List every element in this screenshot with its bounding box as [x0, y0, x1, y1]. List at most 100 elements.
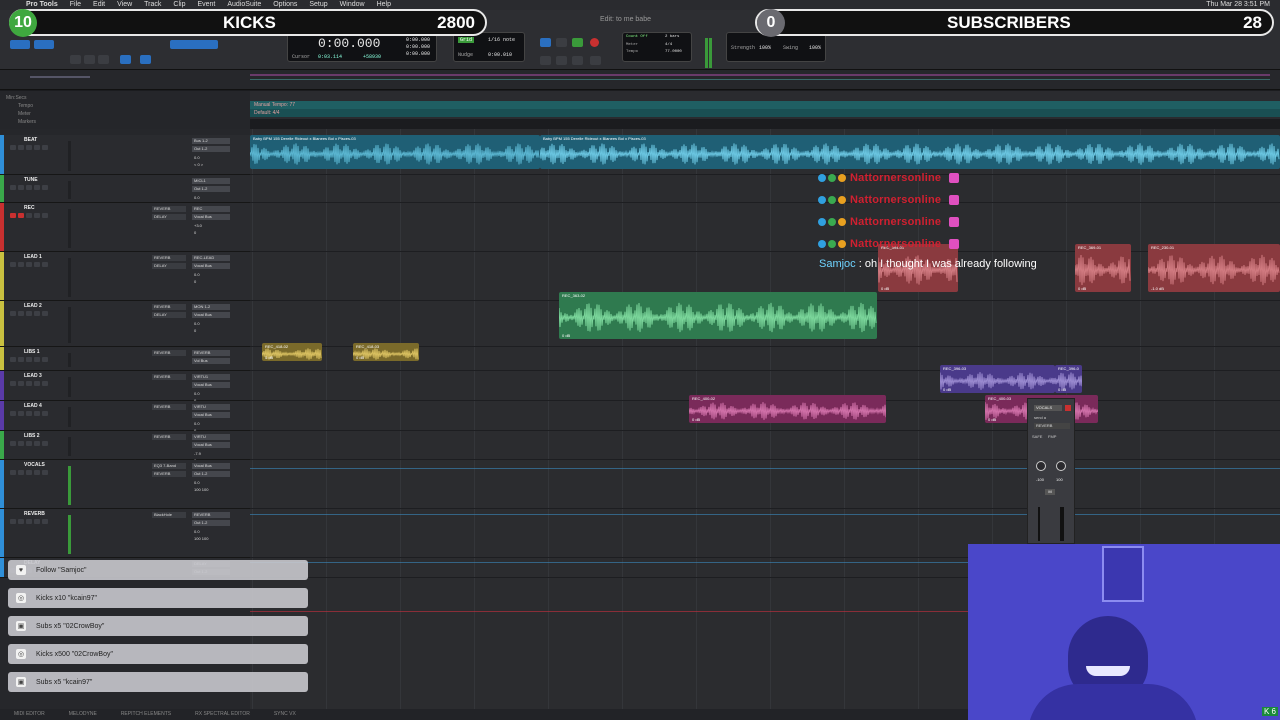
- tab-midi-editor[interactable]: MIDI EDITOR: [14, 709, 45, 720]
- track-name[interactable]: REC: [24, 205, 35, 211]
- track-header[interactable]: LEAD 4REVERBVIRTUVocal Bus0.00: [0, 401, 250, 433]
- tempo-panel[interactable]: Count Off 2 bars Meter 4/4 Tempo 77.0000: [622, 32, 692, 62]
- volume-readout[interactable]: 0.0: [194, 391, 200, 396]
- stop-button[interactable]: [556, 38, 567, 47]
- track-control-button[interactable]: [26, 145, 32, 150]
- track-control-button[interactable]: [34, 185, 40, 190]
- input-selector[interactable]: MON 1-2: [192, 304, 230, 310]
- send-slot[interactable]: DELAY: [152, 263, 186, 269]
- track-header[interactable]: LEAD 3REVERBVIRTU1Vocal Bus0.00: [0, 371, 250, 403]
- track-control-button[interactable]: [18, 145, 24, 150]
- audio-clip[interactable]: Baby BPM 155 Derelle Rideout x Blanees B…: [540, 135, 1280, 169]
- prev-button[interactable]: [540, 56, 551, 65]
- track-header[interactable]: LEAD 2 REVERB DELAY MON 1-2 Vocal Bus 0.0 0: [0, 301, 250, 347]
- track-control-button[interactable]: [18, 381, 24, 386]
- input-selector[interactable]: VIRTU1: [192, 374, 230, 380]
- track-control-button[interactable]: [18, 470, 24, 475]
- track-lane[interactable]: [250, 175, 1280, 203]
- pan-readout[interactable]: 0: [194, 328, 196, 333]
- track-control-button[interactable]: [10, 470, 16, 475]
- track-control-button[interactable]: [10, 357, 16, 362]
- track-header[interactable]: TUNEMICL1Out 1-20.0< 0 >: [0, 175, 250, 207]
- track-control-button[interactable]: [10, 441, 16, 446]
- track-control-button[interactable]: [34, 145, 40, 150]
- track-control-button[interactable]: [42, 519, 48, 524]
- track-header[interactable]: REVERB BlackHole REVERB Out 1-2 0.0 100 100: [0, 509, 250, 558]
- pan-readout[interactable]: 0: [194, 279, 196, 284]
- insert-slot[interactable]: REVERB: [152, 206, 186, 212]
- send-slot[interactable]: DELAY: [152, 214, 186, 220]
- zoom-preset-button[interactable]: [70, 55, 81, 64]
- track-control-button[interactable]: [34, 357, 40, 362]
- insert-slot[interactable]: REVERB: [152, 304, 186, 310]
- input-selector[interactable]: Bus 1-2: [192, 138, 230, 144]
- track-control-button[interactable]: [18, 441, 24, 446]
- pan-readout[interactable]: 100 100: [194, 536, 208, 541]
- track-control-button[interactable]: [34, 213, 40, 218]
- track-header[interactable]: LIBS 1 REVERB REVERB Vol Bus: [0, 347, 250, 371]
- tab-repitch[interactable]: REPITCH ELEMENTS: [121, 709, 171, 720]
- mode-button[interactable]: [10, 40, 30, 49]
- timeline-ruler[interactable]: Manual Tempo: 77 Default: 4/4: [250, 91, 1280, 119]
- track-control-button[interactable]: [10, 519, 16, 524]
- track-control-button[interactable]: [10, 145, 16, 150]
- track-control-button[interactable]: [42, 213, 48, 218]
- send-slot[interactable]: REVERB: [152, 471, 186, 477]
- volume-readout[interactable]: 0.0: [194, 321, 200, 326]
- input-selector[interactable]: VIRTU: [192, 404, 230, 410]
- output-selector[interactable]: Vocal Bus: [192, 442, 230, 448]
- rewind-button[interactable]: [540, 38, 551, 47]
- send-selector[interactable]: REVERB: [1034, 423, 1070, 429]
- track-control-button[interactable]: [34, 381, 40, 386]
- output-selector[interactable]: Vocal Bus: [192, 214, 230, 220]
- track-control-button[interactable]: [34, 519, 40, 524]
- track-name[interactable]: TUNE: [24, 177, 38, 183]
- pan-readout[interactable]: 0: [194, 230, 196, 235]
- insert-slot[interactable]: REVERB: [152, 404, 186, 410]
- track-control-button[interactable]: [10, 213, 16, 218]
- edit-tools[interactable]: [170, 40, 218, 49]
- audio-clip[interactable]: REC_418-03 0 dB: [353, 343, 419, 361]
- volume-readout[interactable]: +3.0: [194, 223, 202, 228]
- track-control-button[interactable]: [26, 470, 32, 475]
- track-control-button[interactable]: [10, 262, 16, 267]
- track-control-button[interactable]: [42, 470, 48, 475]
- output-window[interactable]: VOCALS send a REVERB SAFE FMP -100 100 M: [1027, 398, 1075, 544]
- fader-track[interactable]: [1038, 507, 1040, 541]
- track-control-button[interactable]: [18, 262, 24, 267]
- audio-clip[interactable]: REC_230-01 -1.0 dB: [1148, 244, 1280, 292]
- track-control-button[interactable]: [26, 311, 32, 316]
- track-control-button[interactable]: [18, 519, 24, 524]
- pan-readout[interactable]: 100 100: [194, 487, 208, 492]
- track-name[interactable]: BEAT: [24, 137, 37, 143]
- audio-clip[interactable]: REC_418-02 0 dB: [262, 343, 322, 361]
- insert-slot[interactable]: REVERB: [152, 350, 186, 356]
- pan-readout[interactable]: < 0 >: [194, 162, 203, 167]
- play-button[interactable]: [572, 38, 583, 47]
- tab-rx-spectral[interactable]: RX SPECTRAL EDITOR: [195, 709, 250, 720]
- meter-ruler[interactable]: [250, 109, 1280, 117]
- plugin-track-name[interactable]: VOCALS: [1034, 405, 1062, 411]
- fwd-button[interactable]: [572, 56, 583, 65]
- track-name[interactable]: VOCALS: [24, 462, 45, 468]
- close-icon[interactable]: [1065, 405, 1071, 411]
- track-control-button[interactable]: [10, 311, 16, 316]
- universe-overview[interactable]: [0, 70, 1280, 90]
- volume-readout[interactable]: 0.0: [194, 272, 200, 277]
- pan-knob-right[interactable]: [1056, 461, 1066, 471]
- track-control-button[interactable]: [42, 262, 48, 267]
- track-control-button[interactable]: [26, 519, 32, 524]
- audio-clip[interactable]: REC_400-02 0 dB: [689, 395, 886, 423]
- track-control-button[interactable]: [26, 185, 32, 190]
- output-selector[interactable]: Out 1-2: [192, 520, 230, 526]
- track-name[interactable]: REVERB: [24, 511, 45, 517]
- audio-clip[interactable]: REC_369-01 0 dB: [1075, 244, 1131, 292]
- track-control-button[interactable]: [26, 213, 32, 218]
- volume-readout[interactable]: 0.0: [194, 155, 200, 160]
- quantize-panel[interactable]: Strength 100% Swing 100%: [726, 32, 826, 62]
- tool-button[interactable]: [140, 55, 151, 64]
- volume-readout[interactable]: 0.0: [194, 195, 200, 200]
- track-control-button[interactable]: [18, 411, 24, 416]
- back-button[interactable]: [556, 56, 567, 65]
- track-header[interactable]: LEAD 1 REVERB DELAY REC-LEAD Vocal Bus 0.0 0: [0, 252, 250, 301]
